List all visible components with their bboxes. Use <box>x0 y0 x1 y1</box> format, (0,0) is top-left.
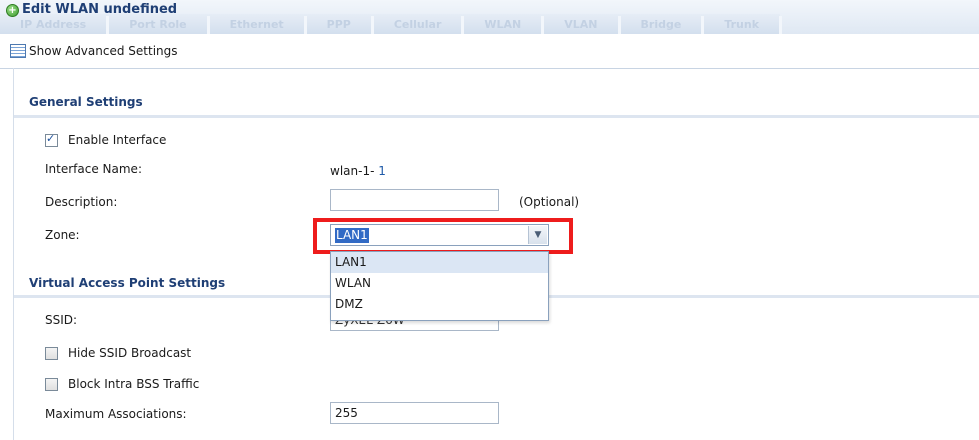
background-tab: Bridge <box>621 16 705 34</box>
interface-name-suffix: 1 <box>378 164 386 178</box>
add-icon: + <box>6 4 19 17</box>
background-tab: Cellular <box>374 16 465 34</box>
zone-option-lan1[interactable]: LAN1 <box>331 252 548 273</box>
background-tab: Port Role <box>109 16 210 34</box>
background-tab: Trunk <box>704 16 783 34</box>
block-intra-bss-label: Block Intra BSS Traffic <box>68 377 200 391</box>
zone-option-dmz[interactable]: DMZ <box>331 294 548 315</box>
background-tab-strip: IP Address Port Role Ethernet PPP Cellul… <box>0 14 783 34</box>
background-tab: WLAN <box>464 16 545 34</box>
section-divider <box>14 115 979 118</box>
dialog-title-bar: IP Address Port Role Ethernet PPP Cellul… <box>0 0 979 34</box>
interface-name-label: Interface Name: <box>45 162 142 176</box>
annotation-highlight-box <box>313 218 573 254</box>
description-optional-hint: (Optional) <box>519 195 580 209</box>
enable-interface-label: Enable Interface <box>68 133 167 147</box>
ssid-label: SSID: <box>45 313 78 327</box>
description-input[interactable] <box>330 189 499 211</box>
zone-dropdown-list: LAN1 WLAN DMZ <box>330 251 549 321</box>
background-tab: IP Address <box>0 16 110 34</box>
hide-ssid-checkbox[interactable] <box>45 347 58 360</box>
background-tab: Ethernet <box>210 16 307 34</box>
max-associations-label: Maximum Associations: <box>45 407 187 421</box>
show-advanced-settings-button[interactable]: Show Advanced Settings <box>29 44 178 58</box>
general-settings-title: General Settings <box>29 95 143 109</box>
max-associations-input[interactable]: 255 <box>330 402 499 424</box>
zone-option-wlan[interactable]: WLAN <box>331 273 548 294</box>
background-tab: VLAN <box>544 16 621 34</box>
table-icon <box>10 44 26 58</box>
vap-settings-title: Virtual Access Point Settings <box>29 276 226 290</box>
description-label: Description: <box>45 195 118 209</box>
block-intra-bss-checkbox[interactable] <box>45 378 58 391</box>
advanced-settings-bar: Show Advanced Settings <box>0 34 979 69</box>
content-left-border <box>13 68 14 440</box>
zone-label: Zone: <box>45 228 80 242</box>
dialog-title: Edit WLAN undefined <box>22 2 178 17</box>
interface-name-prefix: wlan-1- <box>330 164 375 178</box>
enable-interface-checkbox[interactable] <box>45 132 58 147</box>
background-tab: PPP <box>307 16 374 34</box>
hide-ssid-label: Hide SSID Broadcast <box>68 346 192 360</box>
interface-name-value: wlan-1- 1 <box>330 164 386 178</box>
